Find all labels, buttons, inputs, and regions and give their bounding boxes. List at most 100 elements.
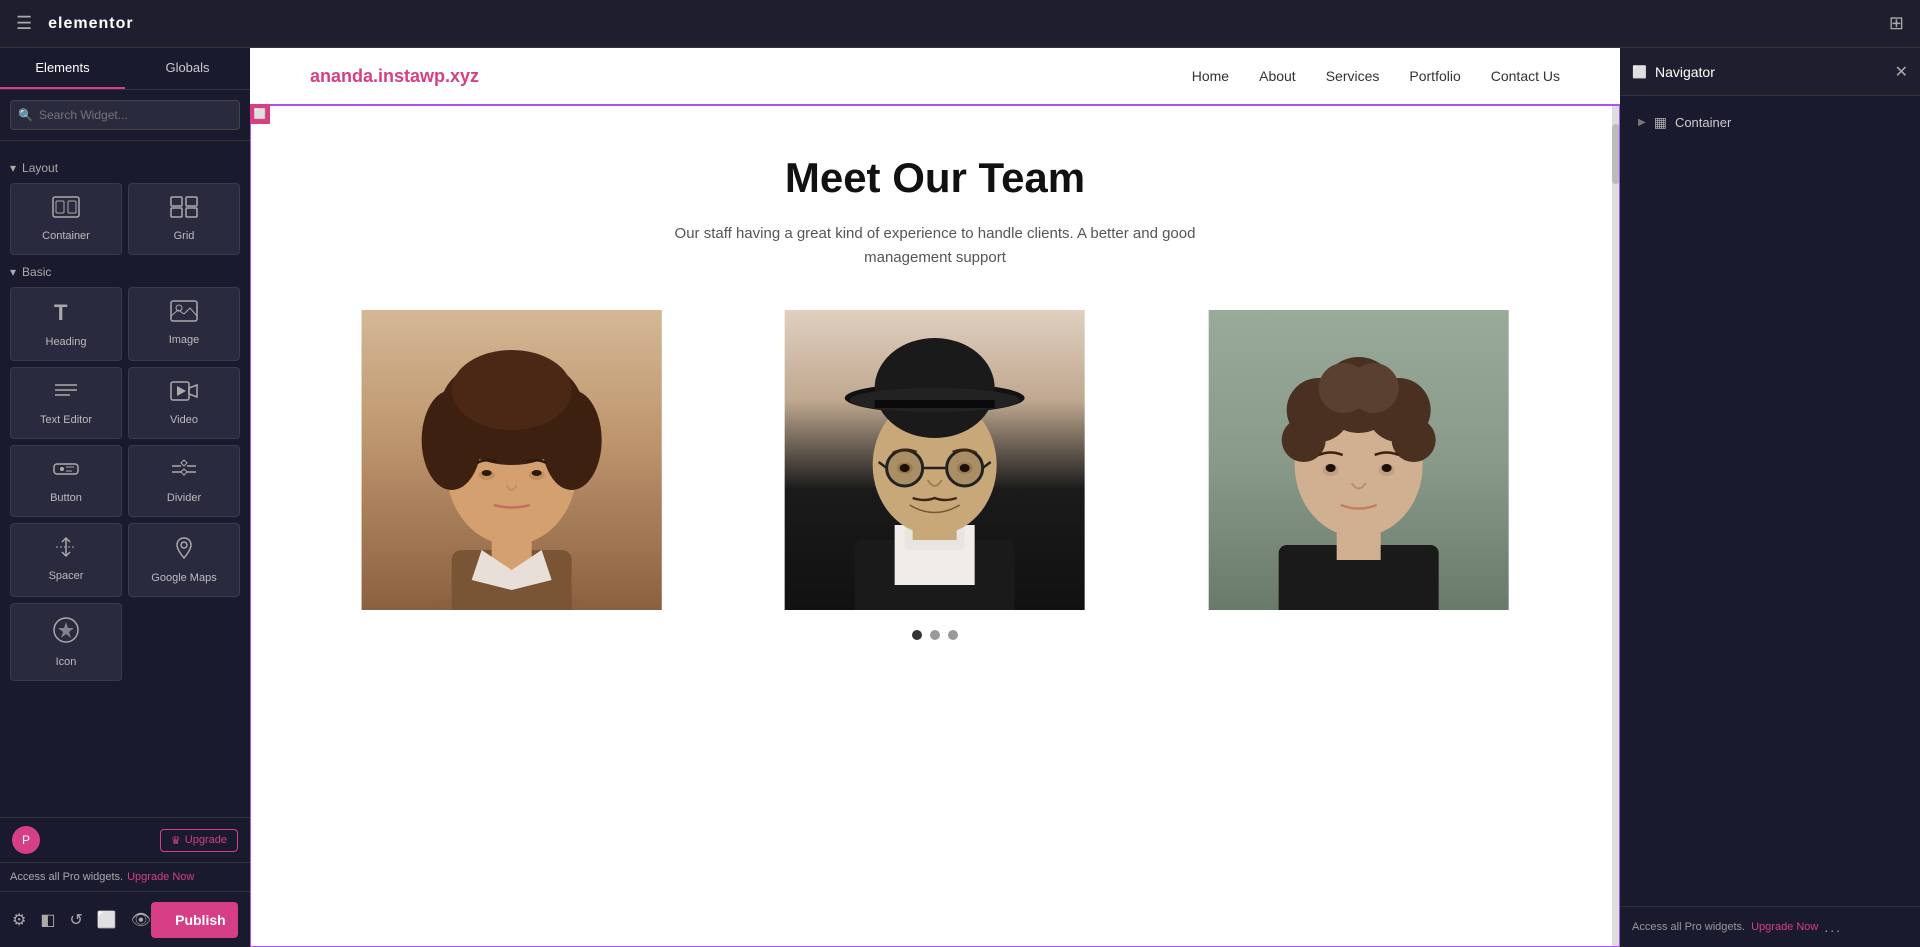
responsive-icon[interactable]: ⬜ — [97, 910, 117, 930]
website-content: ⬜ Meet Our Team Our staff having a great… — [250, 104, 1620, 947]
upgrade-crown-icon: ♛ — [171, 834, 181, 847]
carousel-dot-3[interactable] — [948, 630, 958, 640]
settings-icon[interactable]: ⚙ — [12, 910, 26, 930]
nav-upgrade-link[interactable]: Upgrade Now — [1751, 921, 1818, 933]
section-indicator[interactable]: ⬜ — [250, 104, 270, 124]
preview-icon[interactable]: 👁 — [131, 910, 151, 930]
grid-icon[interactable]: ⊞ — [1889, 13, 1904, 34]
nav-link-contact[interactable]: Contact Us — [1491, 68, 1560, 84]
upgrade-button-label: Upgrade — [185, 834, 227, 846]
nav-link-services[interactable]: Services — [1326, 68, 1380, 84]
carousel-dots — [310, 630, 1560, 640]
team-section-subtitle: Our staff having a great kind of experie… — [635, 222, 1235, 270]
navigator-panel-icon: ⬜ — [1632, 65, 1647, 79]
nav-item-label: Container — [1675, 115, 1731, 130]
google-maps-widget-label: Google Maps — [151, 572, 216, 584]
container-widget-icon — [52, 196, 80, 224]
google-maps-widget-icon — [170, 536, 198, 566]
section-header-basic[interactable]: ▾ Basic — [10, 265, 240, 279]
navigator-panel: ⬜ Navigator ✕ ▶ ▦ Container Access all P… — [1620, 48, 1920, 947]
widget-heading[interactable]: T Heading — [10, 287, 122, 361]
divider-widget-icon — [170, 458, 198, 486]
nav-link-home[interactable]: Home — [1192, 68, 1229, 84]
navigator-title: Navigator — [1655, 64, 1715, 80]
widget-button[interactable]: Button — [10, 445, 122, 517]
nav-link-portfolio[interactable]: Portfolio — [1409, 68, 1460, 84]
top-purple-line — [250, 104, 1620, 106]
search-wrap: 🔍 — [10, 100, 240, 130]
navigator-footer: Access all Pro widgets. Upgrade Now ... — [1620, 906, 1920, 947]
section-header-layout[interactable]: ▾ Layout — [10, 161, 240, 175]
left-panel: Elements Globals 🔍 ▾ Layout — [0, 48, 250, 947]
nav-dots: ... — [1824, 919, 1842, 935]
website-preview: ananda.instawp.xyz Home About Services P… — [250, 48, 1620, 947]
nav-link-about[interactable]: About — [1259, 68, 1296, 84]
navigator-close-icon[interactable]: ✕ — [1895, 62, 1908, 82]
heading-widget-icon: T — [52, 300, 80, 330]
carousel-dot-2[interactable] — [930, 630, 940, 640]
website-nav-links: Home About Services Portfolio Contact Us — [1192, 68, 1560, 84]
tab-elements[interactable]: Elements — [0, 48, 125, 89]
button-widget-icon — [52, 458, 80, 486]
carousel-dot-1[interactable] — [912, 630, 922, 640]
team-card-2 — [733, 310, 1136, 610]
team-card-3 — [1157, 310, 1560, 610]
user-avatar: P — [12, 826, 40, 854]
divider-widget-label: Divider — [167, 492, 201, 504]
navigator-item-container[interactable]: ▶ ▦ Container — [1630, 106, 1910, 139]
widget-google-maps[interactable]: Google Maps — [128, 523, 240, 597]
website-nav: ananda.instawp.xyz Home About Services P… — [250, 48, 1620, 104]
video-widget-label: Video — [170, 414, 198, 426]
tab-globals[interactable]: Globals — [125, 48, 250, 89]
container-widget-label: Container — [42, 230, 90, 242]
widget-spacer[interactable]: Spacer — [10, 523, 122, 597]
search-input[interactable] — [10, 100, 240, 130]
elementor-logo: elementor — [48, 15, 133, 33]
team-cards — [310, 310, 1560, 610]
text-editor-widget-label: Text Editor — [40, 414, 92, 426]
undo-icon[interactable]: ↺ — [69, 910, 82, 930]
section-arrow-layout: ▾ — [10, 161, 16, 175]
widget-text-editor[interactable]: Text Editor — [10, 367, 122, 439]
nav-container-icon: ▦ — [1654, 114, 1667, 131]
upgrade-button[interactable]: ♛ Upgrade — [160, 829, 238, 852]
panel-tabs: Elements Globals — [0, 48, 250, 90]
canvas-wrapper: ananda.instawp.xyz Home About Services P… — [250, 48, 1620, 947]
widget-divider[interactable]: Divider — [128, 445, 240, 517]
widget-video[interactable]: Video — [128, 367, 240, 439]
upgrade-user-row: P ♛ Upgrade — [0, 818, 250, 862]
canvas-area: ananda.instawp.xyz Home About Services P… — [250, 48, 1620, 947]
text-editor-widget-icon — [52, 380, 80, 408]
upgrade-bar: Access all Pro widgets. Upgrade Now — [0, 862, 250, 891]
section-indicator-icon: ⬜ — [254, 109, 266, 120]
scroll-indicator[interactable] — [1612, 104, 1620, 947]
hamburger-icon[interactable]: ☰ — [16, 13, 32, 34]
website-logo: ananda.instawp.xyz — [310, 66, 479, 87]
navigator-empty — [1620, 511, 1920, 906]
navigator-content: ▶ ▦ Container — [1620, 96, 1920, 511]
layers-icon[interactable]: ◧ — [40, 910, 55, 930]
video-widget-icon — [170, 380, 198, 408]
widget-container[interactable]: Container — [10, 183, 122, 255]
basic-widgets-grid: T Heading Image — [10, 287, 240, 681]
spacer-widget-label: Spacer — [49, 570, 84, 582]
navigator-header: ⬜ Navigator ✕ — [1620, 48, 1920, 96]
upgrade-now-link[interactable]: Upgrade Now — [127, 871, 194, 883]
main-layout: Elements Globals 🔍 ▾ Layout — [0, 48, 1920, 947]
publish-btn-group: Publish ▲ — [151, 902, 238, 938]
grid-widget-label: Grid — [174, 230, 195, 242]
section-label-basic: Basic — [22, 265, 51, 279]
team-section: Meet Our Team Our staff having a great k… — [250, 104, 1620, 690]
team-section-title: Meet Our Team — [310, 154, 1560, 202]
nav-arrow-icon: ▶ — [1638, 117, 1646, 128]
left-bottom: P ♛ Upgrade Access all Pro widgets. Upgr… — [0, 817, 250, 891]
widget-icon[interactable]: Icon — [10, 603, 122, 681]
widget-grid[interactable]: Grid — [128, 183, 240, 255]
widget-image[interactable]: Image — [128, 287, 240, 361]
bottom-icons: ⚙ ◧ ↺ ⬜ 👁 — [12, 910, 151, 930]
image-widget-label: Image — [169, 334, 200, 346]
grid-widget-icon — [170, 196, 198, 224]
scroll-thumb — [1612, 124, 1620, 184]
spacer-widget-icon — [52, 536, 80, 564]
publish-button[interactable]: Publish — [151, 902, 238, 938]
